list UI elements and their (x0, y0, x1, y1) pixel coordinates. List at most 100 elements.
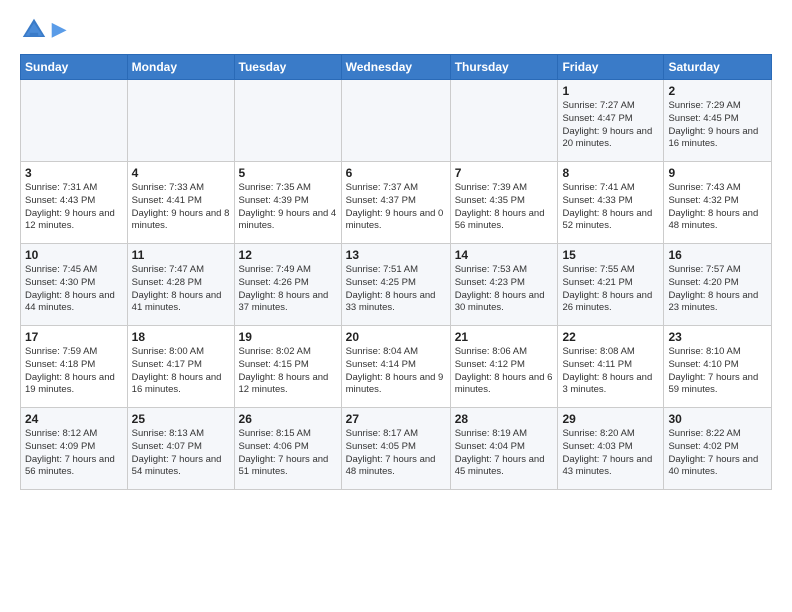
week-row-4: 17 Sunrise: 7:59 AM Sunset: 4:18 PM Dayli… (21, 326, 772, 408)
day-cell: 17 Sunrise: 7:59 AM Sunset: 4:18 PM Dayli… (21, 326, 128, 408)
col-header-sunday: Sunday (21, 55, 128, 80)
day-info: Sunrise: 8:12 AM Sunset: 4:09 PM Dayligh… (25, 428, 123, 479)
day-info: Sunrise: 7:47 AM Sunset: 4:28 PM Dayligh… (132, 264, 230, 315)
day-cell: 29Sunrise: 8:20 AM Sunset: 4:03 PM Dayli… (558, 408, 664, 490)
day-cell: 22 Sunrise: 8:08 AM Sunset: 4:11 PM Dayli… (558, 326, 664, 408)
day-number: 25 (132, 412, 230, 426)
day-cell: 4 Sunrise: 7:33 AM Sunset: 4:41 PM Daylig… (127, 162, 234, 244)
day-cell (127, 80, 234, 162)
week-row-1: 1 Sunrise: 7:27 AM Sunset: 4:47 PM Daylig… (21, 80, 772, 162)
day-number: 28 (455, 412, 554, 426)
day-info: Sunrise: 7:37 AM Sunset: 4:37 PM Dayligh… (346, 182, 446, 233)
day-info: Sunrise: 7:49 AM Sunset: 4:26 PM Dayligh… (239, 264, 337, 315)
day-cell: 6 Sunrise: 7:37 AM Sunset: 4:37 PM Daylig… (341, 162, 450, 244)
page: ▶ SundayMondayTuesdayWednesdayThursdayFr… (0, 0, 792, 500)
day-info: Sunrise: 7:55 AM Sunset: 4:21 PM Dayligh… (562, 264, 659, 315)
day-cell: 18 Sunrise: 8:00 AM Sunset: 4:17 PM Dayli… (127, 326, 234, 408)
day-info: Sunrise: 7:31 AM Sunset: 4:43 PM Dayligh… (25, 182, 123, 233)
day-cell: 24 Sunrise: 8:12 AM Sunset: 4:09 PM Dayli… (21, 408, 128, 490)
day-cell: 30 Sunrise: 8:22 AM Sunset: 4:02 PM Dayli… (664, 408, 772, 490)
day-info: Sunrise: 7:35 AM Sunset: 4:39 PM Dayligh… (239, 182, 337, 233)
day-number: 7 (455, 166, 554, 180)
day-info: Sunrise: 8:22 AM Sunset: 4:02 PM Dayligh… (668, 428, 767, 479)
day-info: Sunrise: 8:17 AM Sunset: 4:05 PM Dayligh… (346, 428, 446, 479)
logo: ▶ (20, 16, 66, 44)
day-info: Sunrise: 8:02 AM Sunset: 4:15 PM Dayligh… (239, 346, 337, 397)
week-row-2: 3 Sunrise: 7:31 AM Sunset: 4:43 PM Daylig… (21, 162, 772, 244)
day-cell (234, 80, 341, 162)
day-info: Sunrise: 8:00 AM Sunset: 4:17 PM Dayligh… (132, 346, 230, 397)
day-number: 9 (668, 166, 767, 180)
day-number: 11 (132, 248, 230, 262)
day-info: Sunrise: 7:43 AM Sunset: 4:32 PM Dayligh… (668, 182, 767, 233)
col-header-monday: Monday (127, 55, 234, 80)
day-info: Sunrise: 7:33 AM Sunset: 4:41 PM Dayligh… (132, 182, 230, 233)
day-cell: 25Sunrise: 8:13 AM Sunset: 4:07 PM Dayli… (127, 408, 234, 490)
day-info: Sunrise: 7:27 AM Sunset: 4:47 PM Dayligh… (562, 100, 659, 151)
day-number: 5 (239, 166, 337, 180)
day-number: 27 (346, 412, 446, 426)
day-number: 18 (132, 330, 230, 344)
day-cell (450, 80, 558, 162)
day-info: Sunrise: 8:08 AM Sunset: 4:11 PM Dayligh… (562, 346, 659, 397)
day-number: 1 (562, 84, 659, 98)
day-cell: 11 Sunrise: 7:47 AM Sunset: 4:28 PM Dayli… (127, 244, 234, 326)
logo-text: ▶ (52, 20, 66, 40)
day-info: Sunrise: 7:57 AM Sunset: 4:20 PM Dayligh… (668, 264, 767, 315)
day-info: Sunrise: 7:59 AM Sunset: 4:18 PM Dayligh… (25, 346, 123, 397)
calendar-header-row: SundayMondayTuesdayWednesdayThursdayFrid… (21, 55, 772, 80)
day-number: 19 (239, 330, 337, 344)
day-cell: 1 Sunrise: 7:27 AM Sunset: 4:47 PM Daylig… (558, 80, 664, 162)
header: ▶ (20, 16, 772, 44)
day-number: 3 (25, 166, 123, 180)
day-cell: 19 Sunrise: 8:02 AM Sunset: 4:15 PM Dayli… (234, 326, 341, 408)
day-cell: 20Sunrise: 8:04 AM Sunset: 4:14 PM Dayli… (341, 326, 450, 408)
day-number: 15 (562, 248, 659, 262)
day-info: Sunrise: 8:10 AM Sunset: 4:10 PM Dayligh… (668, 346, 767, 397)
day-number: 13 (346, 248, 446, 262)
col-header-friday: Friday (558, 55, 664, 80)
day-cell: 16Sunrise: 7:57 AM Sunset: 4:20 PM Dayli… (664, 244, 772, 326)
day-number: 17 (25, 330, 123, 344)
day-info: Sunrise: 7:51 AM Sunset: 4:25 PM Dayligh… (346, 264, 446, 315)
col-header-tuesday: Tuesday (234, 55, 341, 80)
day-cell: 23Sunrise: 8:10 AM Sunset: 4:10 PM Dayli… (664, 326, 772, 408)
day-number: 4 (132, 166, 230, 180)
day-info: Sunrise: 8:04 AM Sunset: 4:14 PM Dayligh… (346, 346, 446, 397)
day-number: 30 (668, 412, 767, 426)
day-number: 26 (239, 412, 337, 426)
day-cell: 10 Sunrise: 7:45 AM Sunset: 4:30 PM Dayli… (21, 244, 128, 326)
day-number: 6 (346, 166, 446, 180)
day-info: Sunrise: 7:41 AM Sunset: 4:33 PM Dayligh… (562, 182, 659, 233)
day-cell: 27 Sunrise: 8:17 AM Sunset: 4:05 PM Dayli… (341, 408, 450, 490)
logo-icon (20, 16, 48, 44)
day-cell: 5 Sunrise: 7:35 AM Sunset: 4:39 PM Daylig… (234, 162, 341, 244)
col-header-thursday: Thursday (450, 55, 558, 80)
day-cell: 8 Sunrise: 7:41 AM Sunset: 4:33 PM Daylig… (558, 162, 664, 244)
day-number: 10 (25, 248, 123, 262)
day-number: 12 (239, 248, 337, 262)
day-number: 22 (562, 330, 659, 344)
day-info: Sunrise: 8:20 AM Sunset: 4:03 PM Dayligh… (562, 428, 659, 479)
day-cell: 28 Sunrise: 8:19 AM Sunset: 4:04 PM Dayli… (450, 408, 558, 490)
day-info: Sunrise: 8:19 AM Sunset: 4:04 PM Dayligh… (455, 428, 554, 479)
day-cell: 12 Sunrise: 7:49 AM Sunset: 4:26 PM Dayli… (234, 244, 341, 326)
day-cell: 26 Sunrise: 8:15 AM Sunset: 4:06 PM Dayli… (234, 408, 341, 490)
day-info: Sunrise: 8:15 AM Sunset: 4:06 PM Dayligh… (239, 428, 337, 479)
day-cell (341, 80, 450, 162)
day-info: Sunrise: 7:39 AM Sunset: 4:35 PM Dayligh… (455, 182, 554, 233)
day-number: 8 (562, 166, 659, 180)
week-row-5: 24 Sunrise: 8:12 AM Sunset: 4:09 PM Dayli… (21, 408, 772, 490)
col-header-wednesday: Wednesday (341, 55, 450, 80)
day-info: Sunrise: 7:53 AM Sunset: 4:23 PM Dayligh… (455, 264, 554, 315)
day-number: 2 (668, 84, 767, 98)
calendar-table: SundayMondayTuesdayWednesdayThursdayFrid… (20, 54, 772, 490)
day-cell: 3 Sunrise: 7:31 AM Sunset: 4:43 PM Daylig… (21, 162, 128, 244)
day-info: Sunrise: 7:45 AM Sunset: 4:30 PM Dayligh… (25, 264, 123, 315)
day-number: 14 (455, 248, 554, 262)
day-number: 21 (455, 330, 554, 344)
day-cell: 15 Sunrise: 7:55 AM Sunset: 4:21 PM Dayli… (558, 244, 664, 326)
day-number: 24 (25, 412, 123, 426)
day-info: Sunrise: 8:06 AM Sunset: 4:12 PM Dayligh… (455, 346, 554, 397)
day-info: Sunrise: 7:29 AM Sunset: 4:45 PM Dayligh… (668, 100, 767, 151)
